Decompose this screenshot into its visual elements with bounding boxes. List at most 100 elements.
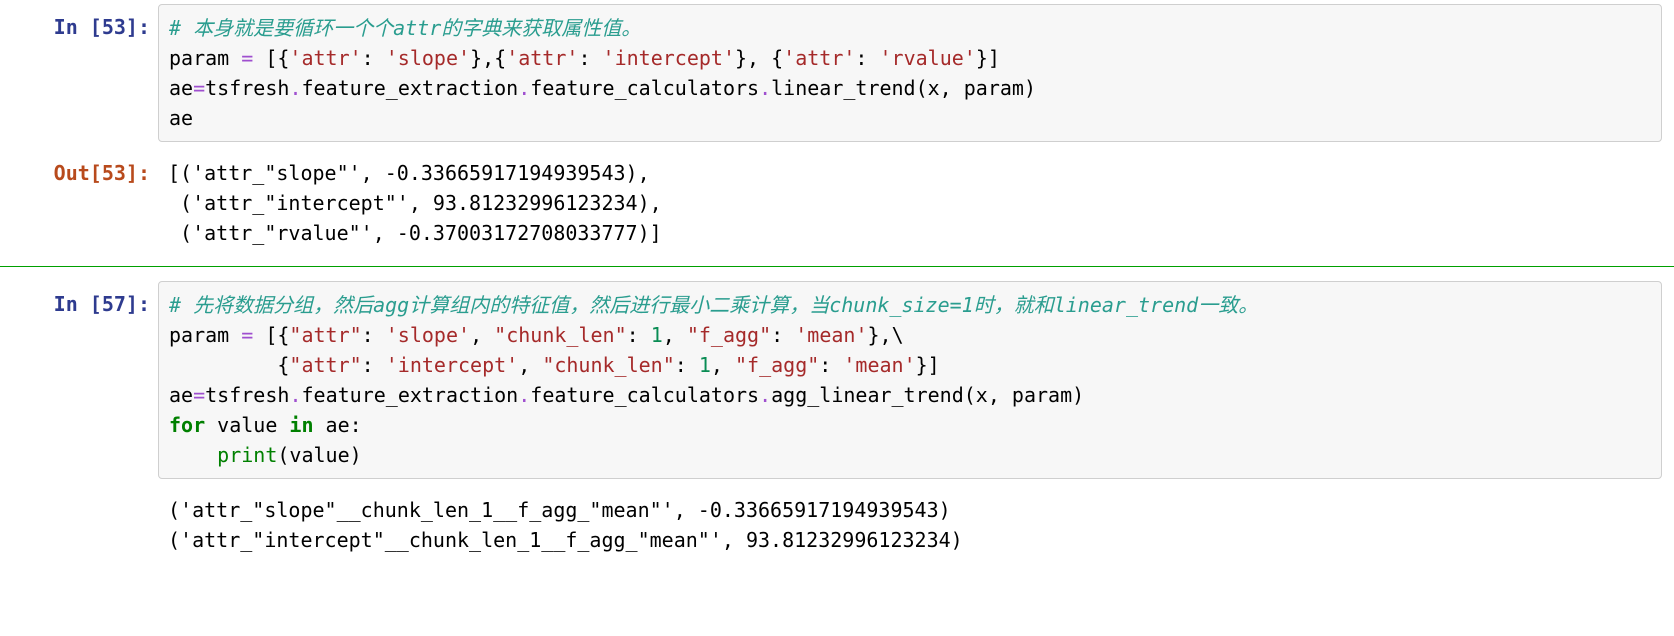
- code-token: :: [578, 46, 602, 70]
- code-token: 1: [651, 323, 663, 347]
- code-token: feature_extraction: [301, 76, 518, 100]
- code-token: .: [759, 383, 771, 407]
- code-token: "chunk_len": [494, 323, 626, 347]
- code-token: feature_calculators: [530, 76, 759, 100]
- code-token: }]: [976, 46, 1000, 70]
- code-token: }, {: [735, 46, 783, 70]
- code-token: ae: [169, 76, 193, 100]
- code-token: "attr": [289, 353, 361, 377]
- code-token: ,: [518, 353, 542, 377]
- code-token: {: [169, 353, 289, 377]
- code-input-area[interactable]: # 本身就是要循环一个个attr的字典来获取属性值。param = [{'att…: [158, 4, 1662, 142]
- output-area: ('attr_"slope"__chunk_len_1__f_agg_"mean…: [158, 487, 1674, 563]
- code-token: feature_calculators: [530, 383, 759, 407]
- code-token: =: [193, 76, 205, 100]
- code-token: =: [193, 383, 205, 407]
- output-line: ('attr_"slope"__chunk_len_1__f_agg_"mean…: [168, 495, 1664, 525]
- output-prompt: Out[53]:: [0, 150, 158, 188]
- code-token: :: [362, 323, 386, 347]
- code-token: agg_linear_trend(x, param): [771, 383, 1084, 407]
- code-token: ,: [663, 323, 687, 347]
- code-token: =: [241, 323, 253, 347]
- code-token: 'slope': [386, 46, 470, 70]
- code-token: [169, 443, 217, 467]
- input-prompt: In [57]:: [0, 281, 158, 319]
- code-line[interactable]: param = [{'attr': 'slope'},{'attr': 'int…: [169, 43, 1651, 73]
- code-token: .: [759, 76, 771, 100]
- code-token: # 本身就是要循环一个个attr的字典来获取属性值。: [169, 16, 641, 40]
- code-token: ae:: [314, 413, 362, 437]
- code-token: 'attr': [506, 46, 578, 70]
- code-token: :: [627, 323, 651, 347]
- code-line[interactable]: print(value): [169, 440, 1651, 470]
- code-token: 'mean': [843, 353, 915, 377]
- code-token: ae: [169, 383, 193, 407]
- code-token: for: [169, 413, 205, 437]
- code-token: .: [289, 76, 301, 100]
- output-area: [('attr_"slope"', -0.33665917194939543),…: [158, 150, 1674, 256]
- code-token: ,: [470, 323, 494, 347]
- code-token: 'intercept': [386, 353, 518, 377]
- code-token: :: [362, 46, 386, 70]
- code-token: .: [289, 383, 301, 407]
- code-token: :: [675, 353, 699, 377]
- code-token: [{: [253, 46, 289, 70]
- output-prompt: [0, 487, 158, 495]
- code-token: param: [169, 323, 241, 347]
- notebook-root: In [53]: # 本身就是要循环一个个attr的字典来获取属性值。 param …: [0, 0, 1674, 567]
- code-input-area[interactable]: # 先将数据分组，然后agg计算组内的特征值，然后进行最小二乘计算，当chunk…: [158, 281, 1662, 479]
- code-token: 'intercept': [603, 46, 735, 70]
- code-line[interactable]: # 本身就是要循环一个个attr的字典来获取属性值。: [169, 13, 1651, 43]
- code-line[interactable]: ae=tsfresh.feature_extraction.feature_ca…: [169, 380, 1651, 410]
- output-line: ('attr_"intercept"__chunk_len_1__f_agg_"…: [168, 525, 1664, 555]
- code-token: tsfresh: [205, 76, 289, 100]
- code-token: 'attr': [289, 46, 361, 70]
- code-token: .: [518, 76, 530, 100]
- cell-divider: [0, 266, 1674, 267]
- output-line: ('attr_"intercept"', 93.81232996123234),: [168, 188, 1664, 218]
- code-line[interactable]: ae=tsfresh.feature_extraction.feature_ca…: [169, 73, 1651, 103]
- code-line[interactable]: # 先将数据分组，然后agg计算组内的特征值，然后进行最小二乘计算，当chunk…: [169, 290, 1651, 320]
- code-token: :: [855, 46, 879, 70]
- output-line: [('attr_"slope"', -0.33665917194939543),: [168, 158, 1664, 188]
- output-cell: Out[53]:[('attr_"slope"', -0.33665917194…: [0, 146, 1674, 260]
- code-token: feature_extraction: [301, 383, 518, 407]
- code-token: print: [217, 443, 277, 467]
- code-token: :: [771, 323, 795, 347]
- output-line: ('attr_"rvalue"', -0.37003172708033777)]: [168, 218, 1664, 248]
- code-token: },\: [867, 323, 903, 347]
- code-token: [{: [253, 323, 289, 347]
- code-token: .: [518, 383, 530, 407]
- code-token: :: [362, 353, 386, 377]
- code-token: 'slope': [386, 323, 470, 347]
- code-token: "chunk_len": [542, 353, 674, 377]
- input-cell: In [57]: # 先将数据分组，然后agg计算组内的特征值，然后进行最小二乘计…: [0, 277, 1674, 483]
- code-token: in: [289, 413, 313, 437]
- code-token: },{: [470, 46, 506, 70]
- code-line[interactable]: {"attr": 'intercept', "chunk_len": 1, "f…: [169, 350, 1651, 380]
- code-token: # 先将数据分组，然后agg计算组内的特征值，然后进行最小二乘计算，当chunk…: [169, 293, 1258, 317]
- code-token: 'attr': [783, 46, 855, 70]
- code-line[interactable]: param = [{"attr": 'slope', "chunk_len": …: [169, 320, 1651, 350]
- code-token: "f_agg": [735, 353, 819, 377]
- code-token: linear_trend(x, param): [771, 76, 1036, 100]
- code-token: 'rvalue': [880, 46, 976, 70]
- code-line[interactable]: ae: [169, 103, 1651, 133]
- code-token: =: [241, 46, 253, 70]
- code-token: tsfresh: [205, 383, 289, 407]
- code-token: param: [169, 46, 241, 70]
- code-token: value: [205, 413, 289, 437]
- output-cell: ('attr_"slope"__chunk_len_1__f_agg_"mean…: [0, 483, 1674, 567]
- code-token: }]: [916, 353, 940, 377]
- code-token: 1: [699, 353, 711, 377]
- code-token: "attr": [289, 323, 361, 347]
- code-token: :: [819, 353, 843, 377]
- code-line[interactable]: for value in ae:: [169, 410, 1651, 440]
- input-prompt: In [53]:: [0, 4, 158, 42]
- code-token: (value): [277, 443, 361, 467]
- code-token: "f_agg": [687, 323, 771, 347]
- code-token: ae: [169, 106, 193, 130]
- input-cell: In [53]: # 本身就是要循环一个个attr的字典来获取属性值。 param …: [0, 0, 1674, 146]
- code-token: ,: [711, 353, 735, 377]
- code-token: 'mean': [795, 323, 867, 347]
